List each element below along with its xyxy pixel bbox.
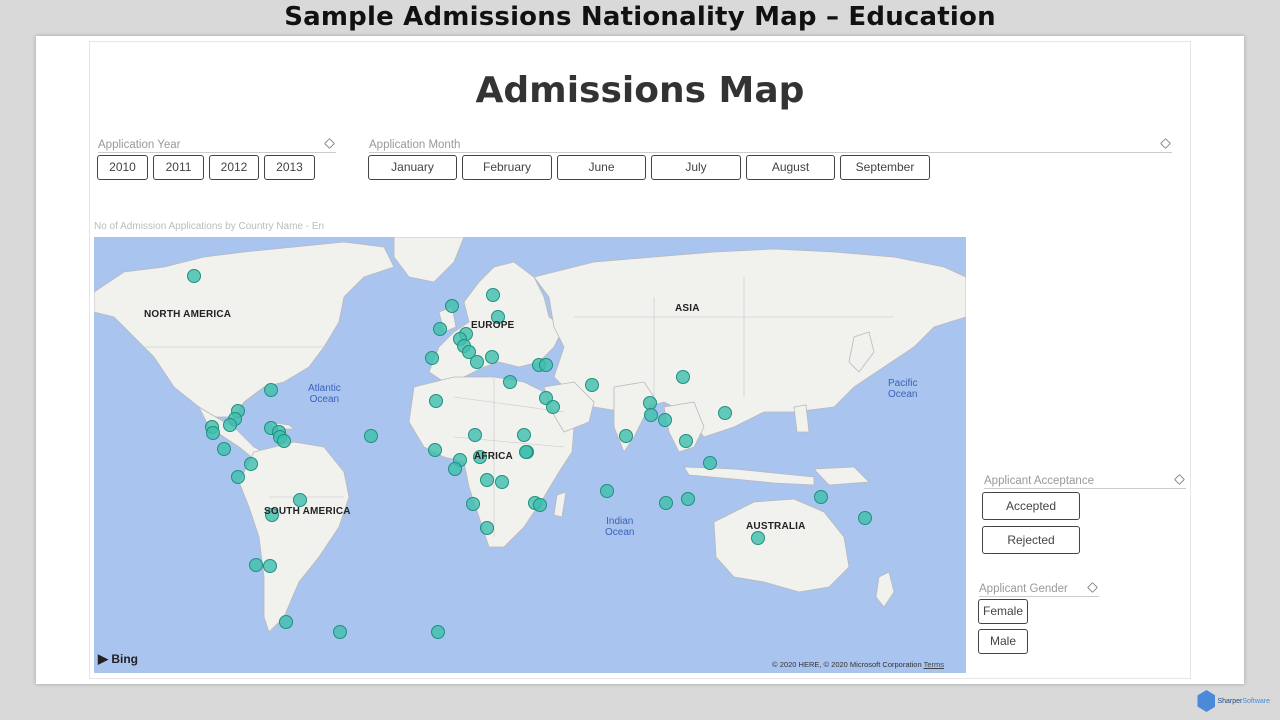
label-south-america: SOUTH AMERICA (264, 506, 351, 517)
country-bubble[interactable] (431, 625, 445, 639)
country-bubble[interactable] (585, 378, 599, 392)
report-title: Admissions Map (475, 70, 805, 111)
applicant-gender-label: Applicant Gender (979, 583, 1068, 595)
country-bubble[interactable] (279, 615, 293, 629)
country-bubble[interactable] (263, 559, 277, 573)
country-bubble[interactable] (495, 475, 509, 489)
month-option-august[interactable]: August (746, 155, 835, 180)
country-bubble[interactable] (533, 498, 547, 512)
month-option-june[interactable]: June (557, 155, 646, 180)
country-bubble[interactable] (223, 418, 237, 432)
terms-link[interactable]: Terms (924, 660, 944, 669)
year-option-2012[interactable]: 2012 (209, 155, 259, 180)
country-bubble[interactable] (364, 429, 378, 443)
country-bubble[interactable] (539, 358, 553, 372)
gender-option-male[interactable]: Male (978, 629, 1028, 654)
country-bubble[interactable] (428, 443, 442, 457)
country-bubble[interactable] (249, 558, 263, 572)
application-month-header: Application Month (369, 138, 1172, 153)
country-bubble[interactable] (485, 350, 499, 364)
country-bubble[interactable] (466, 497, 480, 511)
label-indian-ocean: Indian Ocean (605, 516, 635, 538)
country-bubble[interactable] (676, 370, 690, 384)
country-bubble[interactable] (480, 473, 494, 487)
country-bubble[interactable] (433, 322, 447, 336)
application-month-label: Application Month (369, 139, 461, 151)
country-bubble[interactable] (858, 511, 872, 525)
label-atlantic-ocean: Atlantic Ocean (308, 383, 341, 405)
map-copyright: © 2020 HERE, © 2020 Microsoft Corporatio… (772, 660, 944, 669)
map-land-layer (94, 237, 966, 639)
label-australia: AUSTRALIA (746, 521, 806, 532)
month-option-february[interactable]: February (462, 155, 552, 180)
acceptance-option-accepted[interactable]: Accepted (982, 492, 1080, 520)
country-bubble[interactable] (486, 288, 500, 302)
applicant-acceptance-header: Applicant Acceptance (984, 474, 1186, 489)
country-bubble[interactable] (468, 428, 482, 442)
month-option-january[interactable]: January (368, 155, 457, 180)
country-bubble[interactable] (425, 351, 439, 365)
sharper-software-logo: Sharper Software (1197, 690, 1270, 712)
country-bubble[interactable] (429, 394, 443, 408)
country-bubble[interactable] (519, 445, 533, 459)
eraser-icon[interactable] (1174, 474, 1185, 485)
admissions-map[interactable]: NORTH AMERICA EUROPE ASIA AFRICA SOUTH A… (94, 237, 966, 673)
country-bubble[interactable] (187, 269, 201, 283)
country-bubble[interactable] (448, 462, 462, 476)
country-bubble[interactable] (703, 456, 717, 470)
country-bubble[interactable] (619, 429, 633, 443)
country-bubble[interactable] (814, 490, 828, 504)
country-bubble[interactable] (659, 496, 673, 510)
year-option-2010[interactable]: 2010 (97, 155, 148, 180)
country-bubble[interactable] (718, 406, 732, 420)
country-bubble[interactable] (293, 493, 307, 507)
country-bubble[interactable] (503, 375, 517, 389)
label-europe: EUROPE (471, 320, 515, 331)
month-option-september[interactable]: September (840, 155, 930, 180)
label-africa: AFRICA (474, 451, 513, 462)
eraser-icon[interactable] (1087, 582, 1098, 593)
label-pacific-ocean: Pacific Ocean (888, 378, 918, 400)
country-bubble[interactable] (445, 299, 459, 313)
label-asia: ASIA (675, 303, 700, 314)
country-bubble[interactable] (206, 426, 220, 440)
page-heading: Sample Admissions Nationality Map – Educ… (284, 2, 996, 32)
map-caption: No of Admission Applications by Country … (94, 221, 325, 232)
bing-logo: ▶ Bing (98, 651, 139, 666)
country-bubble[interactable] (658, 413, 672, 427)
year-option-2011[interactable]: 2011 (153, 155, 204, 180)
sharper-software-icon (1197, 690, 1216, 712)
country-bubble[interactable] (480, 521, 494, 535)
country-bubble[interactable] (751, 531, 765, 545)
country-bubble[interactable] (517, 428, 531, 442)
application-year-header: Application Year (98, 138, 336, 153)
country-bubble[interactable] (264, 383, 278, 397)
eraser-icon[interactable] (1160, 138, 1171, 149)
country-bubble[interactable] (644, 408, 658, 422)
acceptance-option-rejected[interactable]: Rejected (982, 526, 1080, 554)
country-bubble[interactable] (333, 625, 347, 639)
year-option-2013[interactable]: 2013 (264, 155, 315, 180)
label-north-america: NORTH AMERICA (144, 309, 232, 320)
country-bubble[interactable] (643, 396, 657, 410)
month-option-july[interactable]: July (651, 155, 741, 180)
country-bubble[interactable] (470, 355, 484, 369)
country-bubble[interactable] (681, 492, 695, 506)
country-bubble[interactable] (231, 470, 245, 484)
country-bubble[interactable] (244, 457, 258, 471)
applicant-gender-header: Applicant Gender (979, 582, 1099, 597)
country-bubble[interactable] (600, 484, 614, 498)
eraser-icon[interactable] (324, 138, 335, 149)
application-year-label: Application Year (98, 139, 181, 151)
bing-icon: ▶ (98, 651, 108, 666)
country-bubble[interactable] (546, 400, 560, 414)
country-bubble[interactable] (217, 442, 231, 456)
country-bubble[interactable] (277, 434, 291, 448)
gender-option-female[interactable]: Female (978, 599, 1028, 624)
country-bubble[interactable] (679, 434, 693, 448)
applicant-acceptance-label: Applicant Acceptance (984, 475, 1094, 487)
